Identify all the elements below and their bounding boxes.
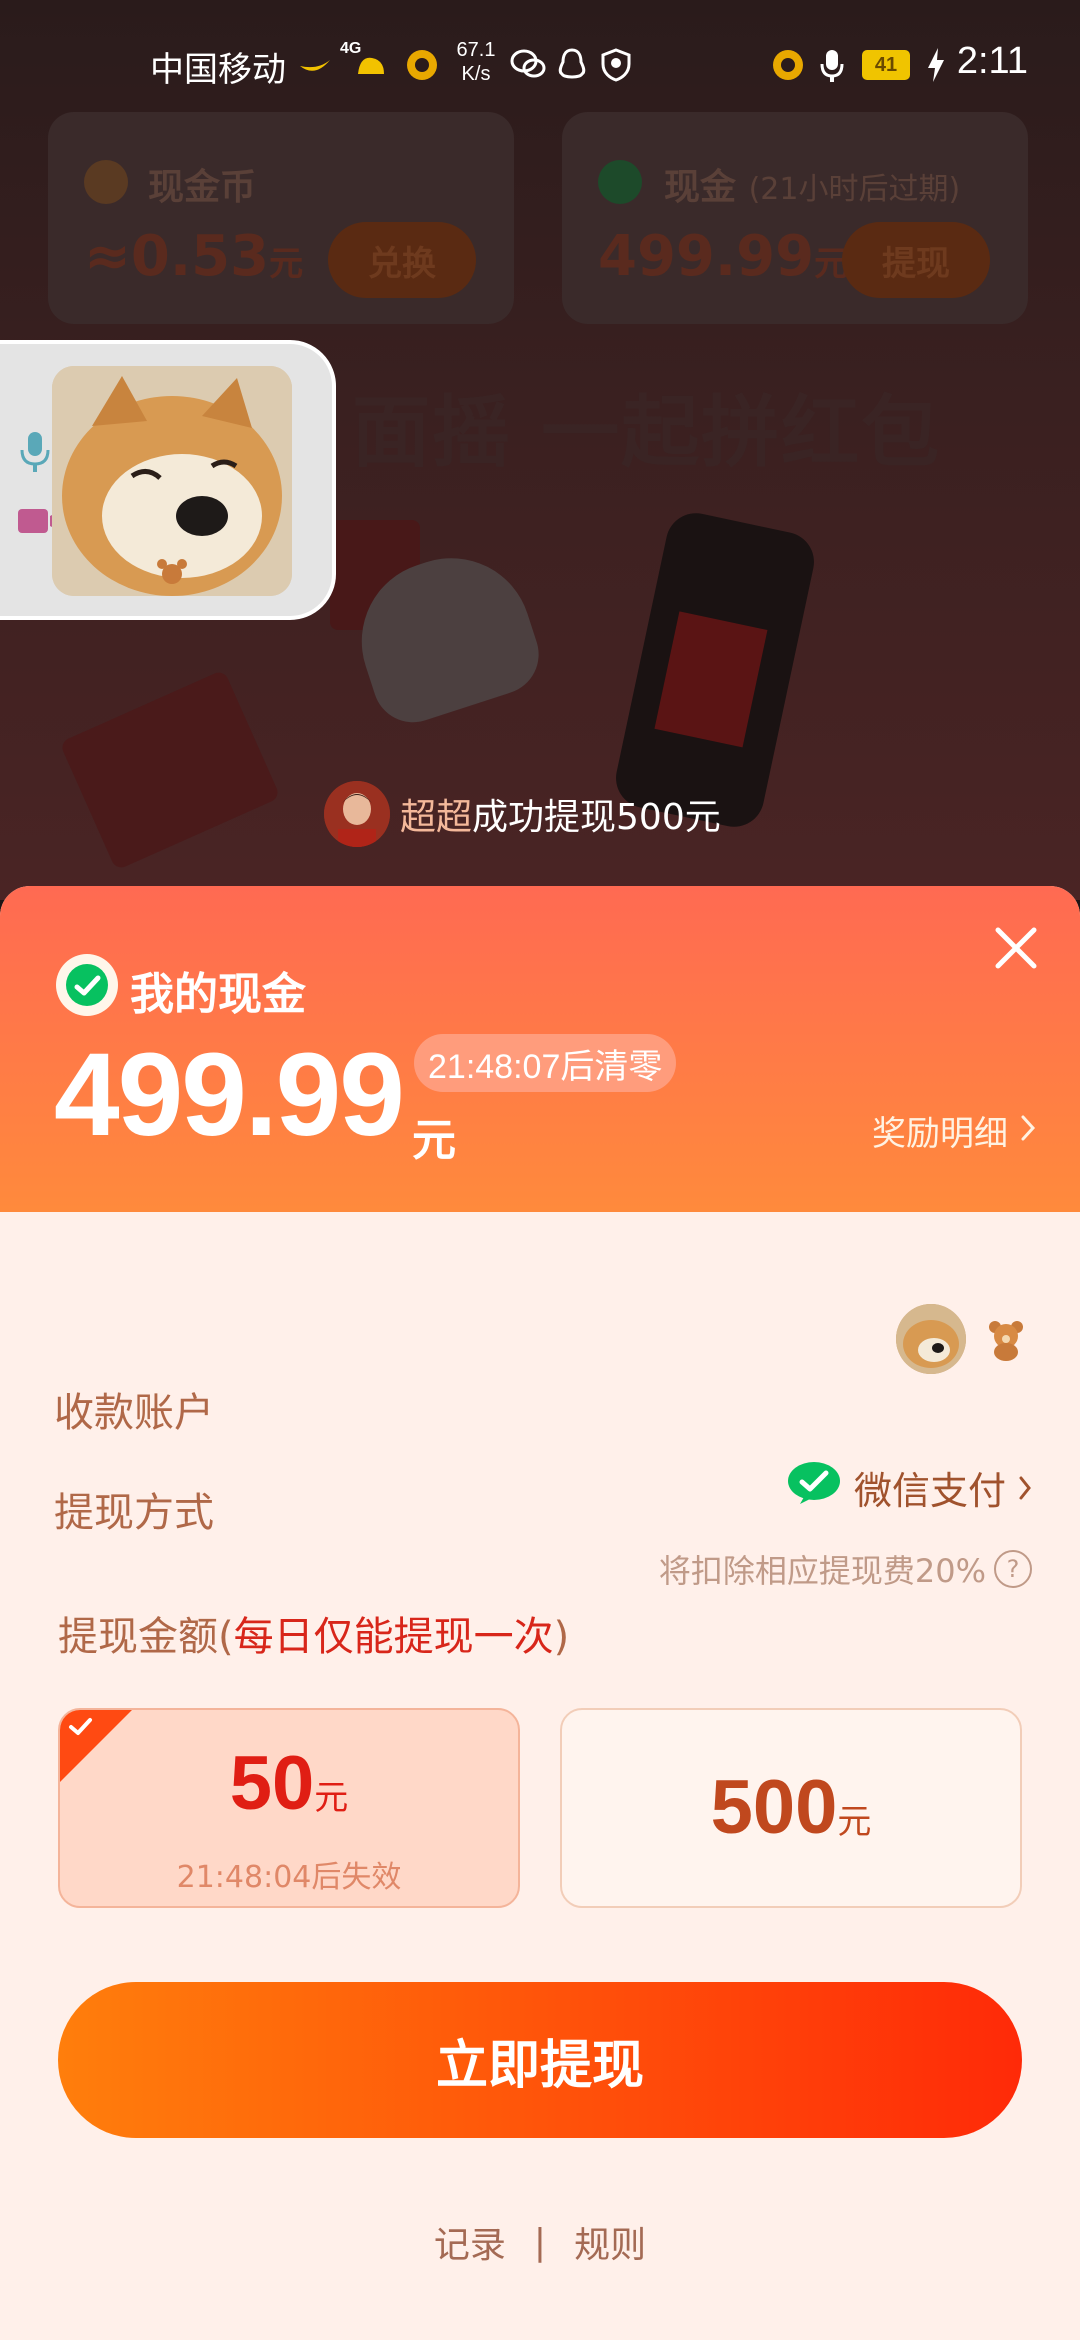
help-icon[interactable]: ?	[994, 1550, 1032, 1588]
app-notification-icon	[298, 48, 332, 87]
sheet-title: 我的现金	[130, 969, 306, 1020]
withdraw-method-selector[interactable]: 微信支付	[786, 1460, 1032, 1515]
wechat-pay-icon	[56, 954, 118, 1016]
caller-video-feed[interactable]	[52, 366, 292, 596]
coin-icon	[84, 160, 128, 204]
amount-option-value: 50元	[229, 1741, 349, 1826]
bg-coins-value: ≈0.53元	[84, 224, 304, 289]
microphone-icon[interactable]	[20, 430, 50, 478]
footer-links: 记录 | 规则	[0, 2216, 1080, 2268]
ticker-user-avatar	[324, 781, 390, 847]
amount-option-expiry: 21:48:04后失效	[176, 1860, 402, 1895]
battery-icon: 41	[862, 50, 910, 80]
amount-option-500[interactable]: 500元	[560, 1708, 1022, 1908]
wechat-pay-icon	[786, 1461, 842, 1514]
withdraw-sheet: 我的现金 499.99 元 21:48:07后清零 奖励明细 收款账户 提现方式…	[0, 886, 1080, 2340]
bg-cash-card: 现金 (21小时后过期) 499.99元 提现	[562, 112, 1028, 324]
daily-limit-note: 每日仅能提现一次	[233, 1614, 554, 1660]
bear-emoji-icon	[986, 1318, 1026, 1366]
cash-balance-unit: 元	[412, 1115, 456, 1166]
security-shield-icon	[600, 48, 632, 91]
close-icon[interactable]	[992, 924, 1040, 972]
sheet-header: 我的现金 499.99 元 21:48:07后清零 奖励明细	[0, 886, 1080, 1212]
bg-withdraw-button: 提现	[842, 222, 990, 298]
ticker-message: 成功提现500元	[472, 797, 721, 838]
wechat-notification-icon	[510, 48, 546, 89]
reward-details-link[interactable]: 奖励明细	[872, 1106, 1036, 1155]
app-notification-icon	[770, 48, 806, 91]
amount-option-50[interactable]: 50元 21:48:04后失效	[58, 1708, 520, 1908]
account-avatar[interactable]	[896, 1304, 966, 1374]
withdraw-amount-label: 提现金额(每日仅能提现一次)	[58, 1614, 570, 1660]
clock: 2:11	[956, 40, 1028, 82]
bg-exchange-button: 兑换	[328, 222, 476, 298]
fee-note: 将扣除相应提现费20% ?	[659, 1546, 1032, 1592]
bg-headline: 面摇 一起拼红包	[352, 388, 942, 478]
app-notification-icon	[404, 48, 440, 91]
status-bar: 中国移动 4G 67.1 K/s 41 2:11	[0, 0, 1080, 130]
bg-cash-value: 499.99元	[598, 224, 849, 289]
records-link[interactable]: 记录	[434, 2216, 506, 2268]
ticker-username: 超超	[400, 797, 473, 838]
chevron-right-icon	[1020, 1111, 1036, 1151]
bg-cash-title: 现金 (21小时后过期)	[664, 167, 961, 208]
withdraw-now-button[interactable]: 立即提现	[58, 1982, 1022, 2138]
expiry-countdown-badge: 21:48:07后清零	[414, 1034, 677, 1092]
withdraw-method-value: 微信支付	[853, 1469, 1006, 1513]
microphone-in-use-icon	[820, 48, 844, 93]
bg-coins-title: 现金币	[148, 167, 257, 208]
shiba-dog-image	[52, 366, 292, 596]
app-notification-icon	[354, 48, 388, 87]
withdraw-ticker: 超超 成功提现500元	[324, 778, 721, 850]
network-speed: 67.1 K/s	[456, 39, 496, 85]
account-label: 收款账户	[54, 1390, 214, 1436]
amount-option-value: 500元	[710, 1765, 872, 1850]
rules-link[interactable]: 规则	[574, 2216, 646, 2268]
wechat-icon	[598, 160, 642, 204]
chevron-right-icon	[1018, 1466, 1032, 1510]
checkmark-icon	[68, 1716, 94, 1742]
bg-envelope	[59, 669, 281, 871]
charging-icon	[926, 48, 946, 91]
fee-note-text: 将扣除相应提现费20%	[658, 1552, 986, 1590]
qq-notification-icon	[556, 48, 588, 91]
withdraw-method-label: 提现方式	[54, 1490, 214, 1536]
carrier-name: 中国移动	[150, 51, 286, 89]
reward-details-label: 奖励明细	[872, 1114, 1008, 1154]
floating-video-call-window[interactable]	[0, 340, 336, 620]
footer-separator: |	[533, 2221, 547, 2263]
bg-coins-card: 现金币 ≈0.53元 兑换	[48, 112, 514, 324]
cash-balance: 499.99	[54, 1029, 405, 1161]
